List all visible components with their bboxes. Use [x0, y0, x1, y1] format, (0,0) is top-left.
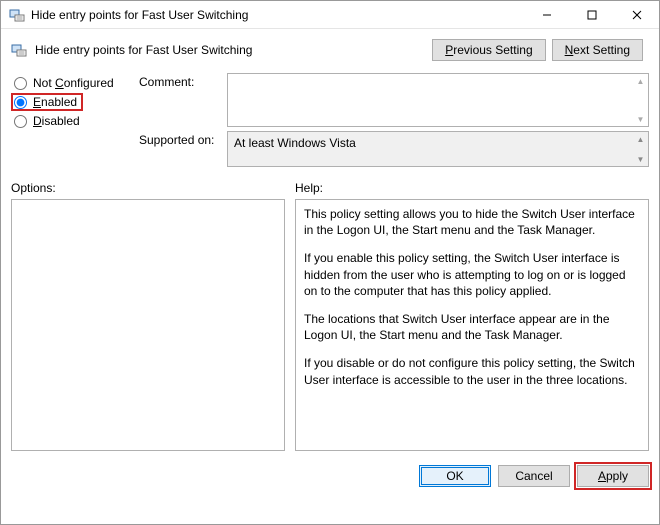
ok-button[interactable]: OK — [419, 465, 491, 487]
apply-button[interactable]: Apply — [577, 465, 649, 487]
radio-disabled[interactable]: Disabled — [11, 112, 139, 130]
comment-label: Comment: — [139, 73, 227, 89]
help-text: The locations that Switch User interface… — [304, 311, 640, 343]
help-text: If you enable this policy setting, the S… — [304, 250, 640, 299]
cancel-button[interactable]: Cancel — [498, 465, 570, 487]
comment-field[interactable]: ▲ ▼ — [227, 73, 649, 127]
options-label: Options: — [11, 181, 285, 195]
close-button[interactable] — [614, 1, 659, 29]
radio-disabled-input[interactable] — [14, 115, 27, 128]
supported-field: At least Windows Vista ▲ ▼ — [227, 131, 649, 167]
titlebar: Hide entry points for Fast User Switchin… — [1, 1, 659, 29]
help-label: Help: — [295, 181, 649, 195]
supported-label: Supported on: — [139, 131, 227, 147]
radio-label: Not Configured — [33, 76, 114, 90]
scroll-up-icon[interactable]: ▲ — [633, 74, 648, 88]
dialog-buttons: OK Cancel Apply — [1, 455, 659, 497]
next-setting-button[interactable]: Next Setting — [552, 39, 643, 61]
scroll-down-icon[interactable]: ▼ — [633, 152, 648, 166]
help-text: This policy setting allows you to hide t… — [304, 206, 640, 238]
radio-label: Disabled — [33, 114, 80, 128]
scroll-arrows: ▲ ▼ — [633, 132, 648, 166]
scroll-down-icon[interactable]: ▼ — [633, 112, 648, 126]
options-panel — [11, 199, 285, 451]
radio-not-configured-input[interactable] — [14, 77, 27, 90]
gpo-icon — [11, 42, 27, 58]
radio-label: Enabled — [33, 95, 77, 109]
supported-text: At least Windows Vista — [234, 136, 356, 150]
page-title: Hide entry points for Fast User Switchin… — [35, 43, 424, 57]
radio-enabled[interactable]: Enabled — [11, 93, 83, 111]
minimize-button[interactable] — [524, 1, 569, 29]
maximize-button[interactable] — [569, 1, 614, 29]
state-radio-group: Not Configured Enabled Disabled — [11, 73, 139, 131]
scroll-arrows: ▲ ▼ — [633, 74, 648, 126]
scroll-up-icon[interactable]: ▲ — [633, 132, 648, 146]
window-title: Hide entry points for Fast User Switchin… — [31, 8, 524, 22]
help-panel: This policy setting allows you to hide t… — [295, 199, 649, 451]
previous-setting-button[interactable]: Previous Setting — [432, 39, 545, 61]
radio-enabled-input[interactable] — [14, 96, 27, 109]
help-text: If you disable or do not configure this … — [304, 355, 640, 387]
gpo-icon — [9, 7, 25, 23]
radio-not-configured[interactable]: Not Configured — [11, 74, 139, 92]
